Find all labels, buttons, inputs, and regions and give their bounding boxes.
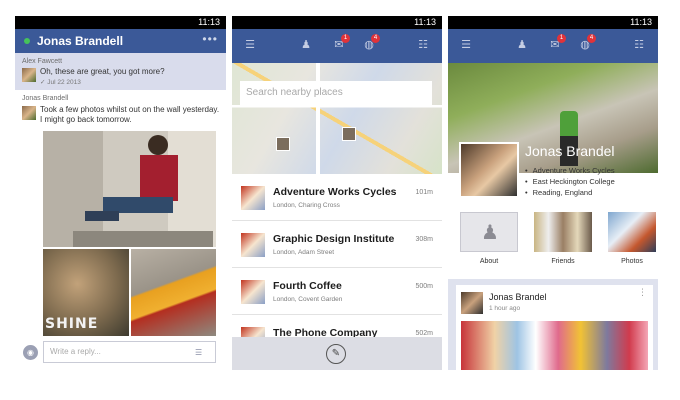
place-thumbnail <box>241 233 265 257</box>
contacts-list-icon[interactable]: ☷ <box>631 38 647 52</box>
status-bar-time: 11:13 <box>448 16 658 29</box>
friends-icon[interactable]: ♟ <box>514 38 530 52</box>
reply-bar: ◉ Write a reply... ☰ <box>15 336 226 370</box>
camera-icon[interactable]: ◉ <box>23 345 38 360</box>
notifications-badge: 4 <box>587 34 596 43</box>
messages-badge: 1 <box>557 34 566 43</box>
more-options-icon[interactable]: ••• <box>202 32 218 46</box>
profile-screen: 11:13 ☰ ♟ ✉ 1 ◍ 4 ☷ Jonas Brandel Advent… <box>448 16 658 370</box>
place-thumbnail <box>241 186 265 210</box>
place-distance: 101m <box>415 189 433 196</box>
profile-picture[interactable] <box>459 142 519 198</box>
list-item[interactable]: Graphic Design Institute London, Adam St… <box>232 221 442 268</box>
person-icon: ♟ <box>481 222 499 244</box>
reply-input[interactable]: Write a reply... <box>43 341 216 363</box>
message-text-line-1: Took a few photos whilst out on the wall… <box>40 105 220 114</box>
friends-tile[interactable] <box>534 212 592 252</box>
avatar <box>22 68 36 82</box>
place-name: Graphic Design Institute <box>273 233 395 245</box>
avatar <box>461 292 483 314</box>
online-status-icon <box>24 38 30 44</box>
message-timestamp: ✓ Jul 22 2013 <box>40 79 81 86</box>
shared-photo-main[interactable] <box>43 131 216 247</box>
place-address: London, Adam Street <box>273 249 335 256</box>
emoji-icon[interactable]: ☰ <box>195 348 202 357</box>
place-name: Fourth Coffee <box>273 280 342 292</box>
about-tile-label: About <box>479 258 499 265</box>
top-navigation-bar: ☰ ♟ ✉ 1 ◍ 4 ☷ <box>448 29 658 63</box>
menu-icon[interactable]: ☰ <box>458 38 474 52</box>
place-address: London, Charing Cross <box>273 202 340 209</box>
about-tile[interactable]: ♟ <box>460 212 518 252</box>
chat-header: Jonas Brandell ••• <box>15 29 226 53</box>
message-text-line-2: I might go back tomorrow. <box>40 115 132 124</box>
menu-icon[interactable]: ☰ <box>242 38 258 52</box>
notifications-badge: 4 <box>371 34 380 43</box>
post-timestamp: 1 hour ago <box>489 305 521 312</box>
chat-screen: 11:13 Jonas Brandell ••• Alex Fawcett Oh… <box>15 16 226 370</box>
profile-location: Reading, England <box>525 188 593 197</box>
status-bar-time: 11:13 <box>15 16 226 29</box>
list-item[interactable]: Adventure Works Cycles London, Charing C… <box>232 174 442 221</box>
timeline-post[interactable]: Jonas Brandel 1 hour ago ⋮ <box>456 285 653 370</box>
friends-icon[interactable]: ♟ <box>298 38 314 52</box>
man-sitting-photo <box>43 131 216 247</box>
message-item[interactable]: Alex Fawcett Oh, these are great, you go… <box>15 53 226 90</box>
post-photo[interactable] <box>461 321 648 370</box>
place-distance: 308m <box>415 236 433 243</box>
place-name: Adventure Works Cycles <box>273 186 397 198</box>
message-sender: Alex Fawcett <box>22 58 63 65</box>
message-item[interactable]: Jonas Brandell Took a few photos whilst … <box>15 90 226 132</box>
avatar <box>22 106 36 120</box>
messages-badge: 1 <box>341 34 350 43</box>
photos-tile[interactable] <box>608 212 656 252</box>
photo-graffiti-text: SHINE <box>45 316 99 332</box>
shared-photo-3[interactable] <box>131 249 216 336</box>
map-place-marker[interactable] <box>276 137 290 151</box>
map-place-marker[interactable] <box>342 127 356 141</box>
place-thumbnail <box>241 280 265 304</box>
app-bar: ✎ <box>232 337 442 370</box>
status-bar-time: 11:13 <box>232 16 442 29</box>
profile-name: Jonas Brandel <box>525 143 615 159</box>
friends-tile-label: Friends <box>551 258 575 265</box>
photos-tile-label: Photos <box>621 258 643 265</box>
post-more-icon[interactable]: ⋮ <box>638 288 647 297</box>
profile-work: Adventure Works Cycles <box>525 166 615 175</box>
post-author[interactable]: Jonas Brandel <box>489 292 547 302</box>
place-address: London, Covent Garden <box>273 296 343 303</box>
place-distance: 502m <box>415 330 433 337</box>
timeline-feed: Jonas Brandel 1 hour ago ⋮ <box>448 279 658 370</box>
map-view[interactable]: Search nearby places <box>232 63 442 174</box>
contacts-list-icon[interactable]: ☷ <box>415 38 431 52</box>
list-item[interactable]: Fourth Coffee London, Covent Garden 500m <box>232 268 442 315</box>
top-navigation-bar: ☰ ♟ ✉ 1 ◍ 4 ☷ <box>232 29 442 63</box>
pin-icon[interactable]: ✎ <box>326 344 346 364</box>
places-list: Adventure Works Cycles London, Charing C… <box>232 174 442 362</box>
message-sender: Jonas Brandell <box>22 95 69 102</box>
chat-contact-name[interactable]: Jonas Brandell <box>37 34 123 48</box>
nearby-places-screen: 11:13 ☰ ♟ ✉ 1 ◍ 4 ☷ Search nearby places… <box>232 16 442 370</box>
search-nearby-input[interactable]: Search nearby places <box>240 81 432 105</box>
place-distance: 500m <box>415 283 433 290</box>
profile-education: East Heckington College <box>525 177 615 186</box>
message-text: Oh, these are great, you got more? <box>40 67 165 76</box>
